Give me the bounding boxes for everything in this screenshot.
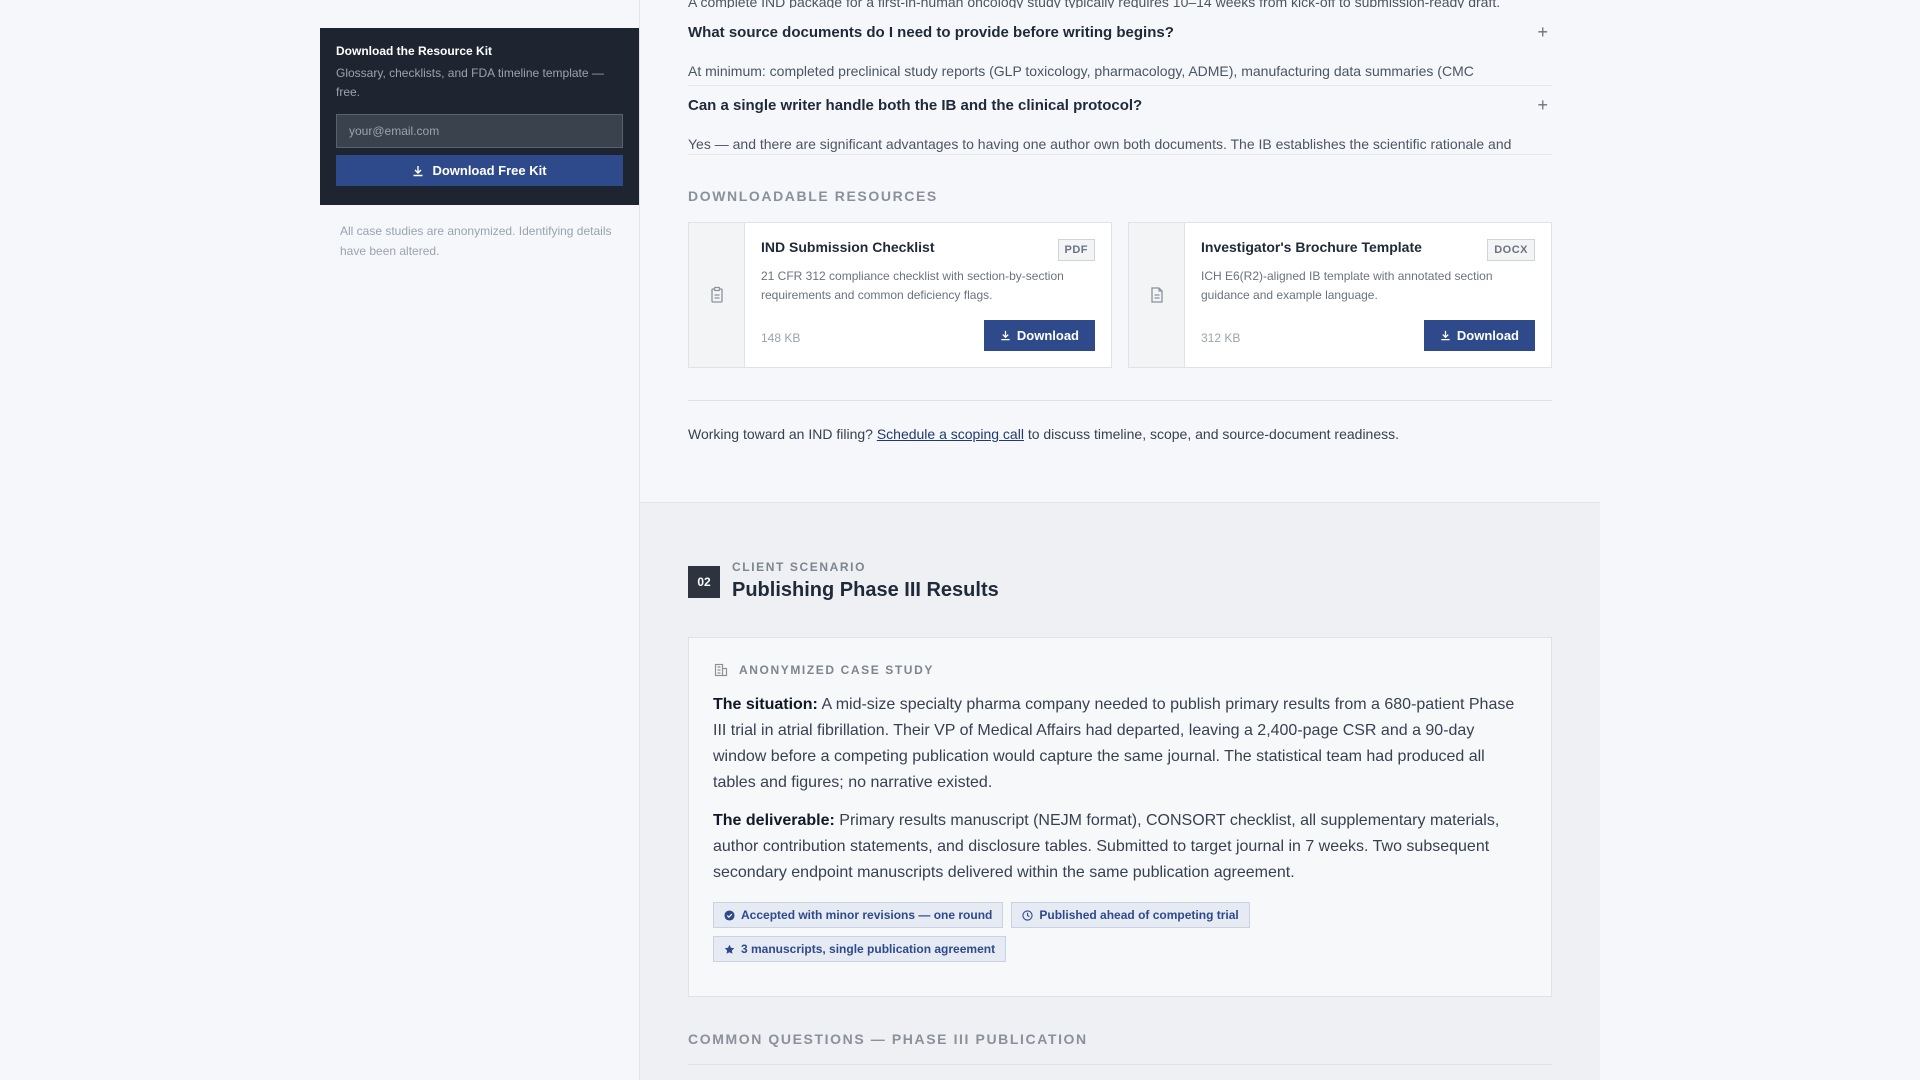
building-icon — [714, 663, 728, 677]
plus-icon[interactable]: + — [1537, 95, 1548, 116]
download-button[interactable]: Download — [1423, 320, 1535, 351]
deliverable-paragraph: The deliverable: Primary results manuscr… — [713, 808, 1527, 886]
faq-answer-truncated: A complete IND package for a first-in-hu… — [688, 0, 1501, 8]
resource-card-ib-template: Investigator's Brochure Template DOCX IC… — [1128, 222, 1552, 368]
outcome-tags: Accepted with minor revisions — one roun… — [713, 902, 1473, 962]
outcome-tag-label: Accepted with minor revisions — one roun… — [741, 908, 993, 922]
cta-text-after: to discuss timeline, scope, and source-d… — [1027, 426, 1400, 442]
check-circle-icon — [724, 909, 735, 921]
file-type-badge: DOCX — [1487, 239, 1535, 261]
file-size: 312 KB — [1201, 331, 1241, 345]
file-size: 148 KB — [761, 331, 801, 345]
resource-description: 21 CFR 312 compliance checklist with sec… — [761, 269, 1064, 302]
document-icon — [1150, 287, 1163, 303]
star-icon — [724, 944, 735, 954]
clock-icon — [1022, 909, 1034, 921]
anonymization-note: All case studies are anonymized. Identif… — [340, 224, 612, 258]
schedule-scoping-call-link[interactable]: Schedule a scoping call — [877, 426, 1024, 442]
section-divider — [688, 400, 1552, 401]
resource-icon-column — [689, 223, 745, 367]
resource-icon-column — [1129, 223, 1185, 367]
scenario-kicker: CLIENT SCENARIO — [732, 560, 867, 574]
situation-paragraph: The situation: A mid-size specialty phar… — [713, 692, 1527, 796]
situation-label: The situation: — [713, 696, 818, 713]
download-icon — [413, 165, 423, 176]
faq-item[interactable]: Can a single writer handle both the IB a… — [688, 95, 1552, 155]
outcome-tag-label: 3 manuscripts, single publication agreem… — [741, 942, 996, 956]
resource-title: IND Submission Checklist — [761, 239, 935, 255]
resources-heading: DOWNLOADABLE RESOURCES — [688, 188, 938, 204]
file-type-badge: PDF — [1057, 239, 1095, 261]
resource-body: IND Submission Checklist PDF 21 CFR 312 … — [745, 223, 1111, 367]
download-free-kit-label: Download Free Kit — [432, 163, 547, 178]
resource-kit-card: Download the Resource Kit Glossary, chec… — [320, 28, 639, 205]
case-study-label: ANONYMIZED CASE STUDY — [739, 663, 934, 677]
scenario-number: 02 — [688, 566, 720, 598]
case-study-card: ANONYMIZED CASE STUDY The situation: A m… — [688, 637, 1552, 997]
faq-answer: At minimum: completed preclinical study … — [688, 63, 1474, 79]
faq-question-row: Can a single writer handle both the IB a… — [688, 95, 1552, 116]
plus-icon[interactable]: + — [1537, 22, 1548, 43]
case-study-header: ANONYMIZED CASE STUDY — [713, 662, 1527, 678]
email-field[interactable] — [336, 114, 623, 148]
faq-answer: Yes — and there are significant advantag… — [688, 136, 1512, 152]
resource-kit-title: Download the Resource Kit — [336, 44, 493, 58]
cta-text-before: Working toward an IND filing? — [688, 426, 873, 442]
outcome-tag: Accepted with minor revisions — one roun… — [713, 902, 1004, 928]
faq-item[interactable]: What source documents do I need to provi… — [688, 22, 1552, 86]
deliverable-label: The deliverable: — [713, 812, 835, 829]
resource-description: ICH E6(R2)-aligned IB template with anno… — [1201, 269, 1493, 302]
download-label: Download — [1016, 328, 1079, 343]
phase3-faq-divider — [688, 1064, 1552, 1065]
outcome-tag: 3 manuscripts, single publication agreem… — [713, 936, 1007, 962]
faq-question-row: What source documents do I need to provi… — [688, 22, 1552, 43]
phase3-faq-heading: COMMON QUESTIONS — PHASE III PUBLICATION — [688, 1031, 1088, 1047]
outcome-tag: Published ahead of competing trial — [1011, 902, 1250, 928]
resource-title: Investigator's Brochure Template — [1201, 239, 1422, 255]
outcome-tag-label: Published ahead of competing trial — [1039, 908, 1239, 922]
resource-body: Investigator's Brochure Template DOCX IC… — [1185, 223, 1551, 367]
download-label: Download — [1456, 328, 1519, 343]
client-scenario-section: 02 CLIENT SCENARIO Publishing Phase III … — [640, 502, 1600, 1080]
clipboard-icon — [710, 286, 723, 303]
download-button[interactable]: Download — [983, 320, 1095, 351]
download-free-kit-button[interactable]: Download Free Kit — [336, 155, 623, 186]
resource-kit-description: Glossary, checklists, and FDA timeline t… — [336, 66, 604, 99]
scenario-title: Publishing Phase III Results — [732, 579, 999, 601]
faq-question: What source documents do I need to provi… — [688, 24, 1174, 41]
situation-text: A mid-size specialty pharma company need… — [713, 696, 1515, 791]
faq-question: Can a single writer handle both the IB a… — [688, 97, 1143, 114]
scoping-call-cta: Working toward an IND filing? Schedule a… — [688, 426, 1399, 442]
resource-card-checklist: IND Submission Checklist PDF 21 CFR 312 … — [688, 222, 1112, 368]
download-icon — [1441, 330, 1450, 341]
download-icon — [1001, 330, 1010, 341]
main-content: A complete IND package for a first-in-hu… — [640, 0, 1600, 502]
